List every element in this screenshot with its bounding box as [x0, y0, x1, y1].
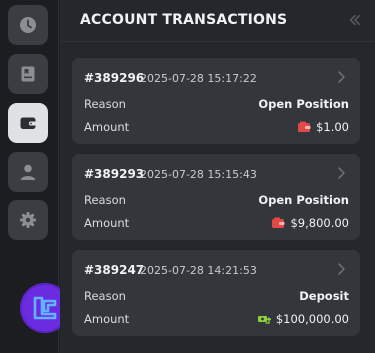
- amount-value-group: $9,800.00: [271, 216, 349, 230]
- page-title: ACCOUNT TRANSACTIONS: [80, 12, 288, 28]
- amount-value: $9,800.00: [290, 216, 349, 230]
- wallet-icon: [20, 117, 36, 129]
- transaction-id: #389247: [84, 263, 145, 277]
- sidebar-item-save[interactable]: [8, 54, 48, 94]
- transaction-card[interactable]: #389296 2025-07-28 15:17:22 Reason Open …: [72, 58, 360, 144]
- chevron-right-icon[interactable]: [336, 70, 348, 84]
- sidebar-item-profile[interactable]: [8, 152, 48, 192]
- reason-value: Open Position: [258, 97, 349, 111]
- bookmark-list-icon: [21, 66, 35, 82]
- wallet-withdraw-icon: [272, 217, 285, 228]
- amount-label: Amount: [84, 120, 130, 134]
- chevron-right-icon[interactable]: [336, 262, 348, 276]
- reason-label: Reason: [84, 193, 126, 207]
- transaction-id: #389296: [84, 71, 145, 85]
- reason-label: Reason: [84, 97, 126, 111]
- reason-label: Reason: [84, 289, 126, 303]
- double-chevron-left-icon: [349, 14, 361, 26]
- transaction-card[interactable]: #389293 2025-07-28 15:15:43 Reason Open …: [72, 154, 360, 240]
- transactions-panel: ACCOUNT TRANSACTIONS #389296 2025-07-28 …: [60, 0, 375, 353]
- amount-label: Amount: [84, 216, 130, 230]
- transaction-datetime: 2025-07-28 15:17:22: [140, 72, 257, 85]
- sidebar-item-settings[interactable]: [8, 200, 48, 240]
- wallet-withdraw-icon: [298, 121, 311, 132]
- transaction-datetime: 2025-07-28 15:15:43: [140, 168, 257, 181]
- transaction-datetime: 2025-07-28 14:21:53: [140, 264, 257, 277]
- transaction-id: #389293: [84, 167, 145, 181]
- sidebar-item-wallet[interactable]: [8, 103, 48, 143]
- amount-value-group: $1.00: [297, 120, 349, 134]
- chevron-right-icon[interactable]: [336, 166, 348, 180]
- logo-icon: [33, 296, 57, 320]
- amount-value: $100,000.00: [275, 312, 349, 326]
- reason-value: Deposit: [299, 289, 349, 303]
- user-icon: [20, 164, 36, 180]
- transaction-card[interactable]: #389247 2025-07-28 14:21:53 Reason Depos…: [72, 250, 360, 336]
- amount-label: Amount: [84, 312, 130, 326]
- cash-deposit-icon: [257, 316, 271, 324]
- collapse-button[interactable]: [347, 12, 363, 28]
- amount-value: $1.00: [316, 120, 349, 134]
- clock-icon: [20, 17, 36, 33]
- gear-icon: [20, 212, 36, 228]
- panel-header: ACCOUNT TRANSACTIONS: [60, 0, 375, 42]
- reason-value: Open Position: [258, 193, 349, 207]
- sidebar-item-history[interactable]: [8, 5, 48, 45]
- amount-value-group: $100,000.00: [257, 312, 349, 326]
